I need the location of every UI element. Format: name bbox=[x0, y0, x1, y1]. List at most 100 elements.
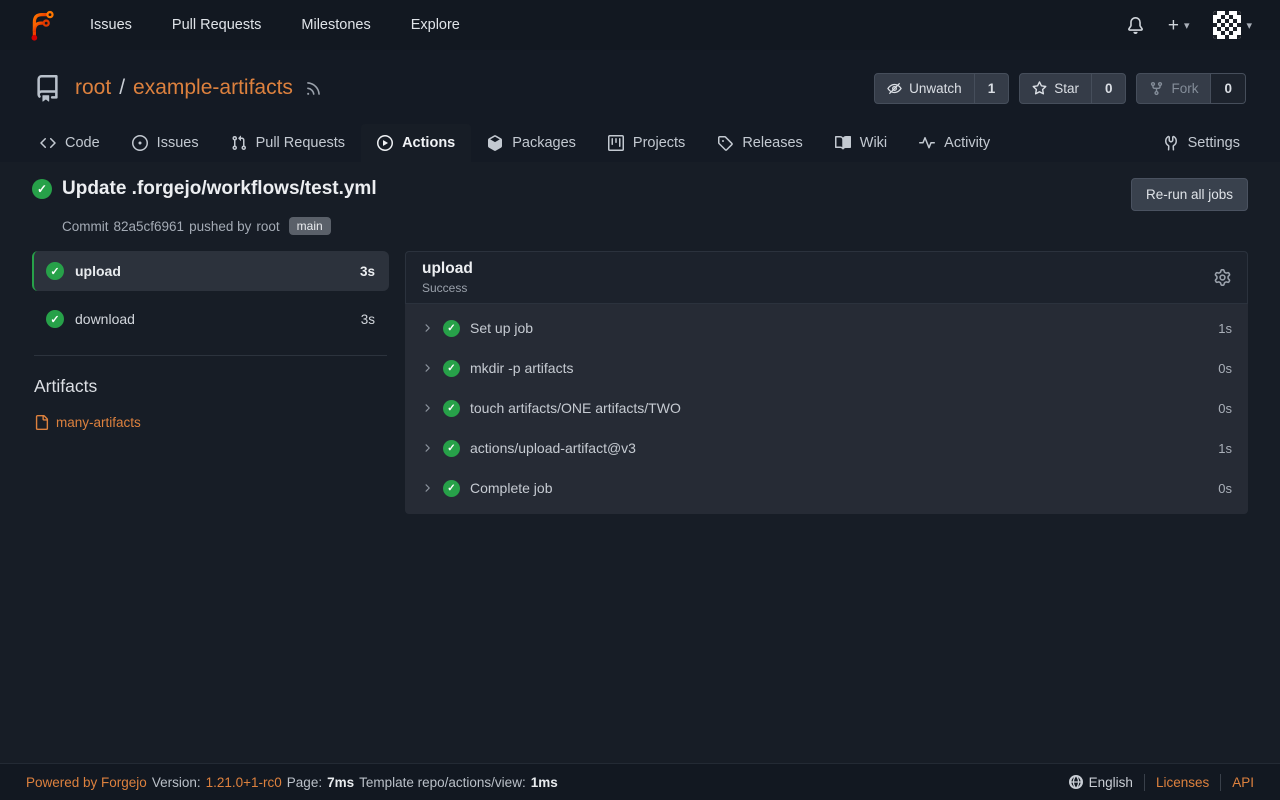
repo-name-link[interactable]: example-artifacts bbox=[133, 76, 293, 100]
job-item-upload[interactable]: upload 3s bbox=[32, 251, 389, 291]
gear-icon[interactable] bbox=[1214, 269, 1231, 286]
footer: Powered by Forgejo Version: 1.21.0+1-rc0… bbox=[0, 763, 1280, 800]
user-menu-dropdown[interactable]: ▾ bbox=[1213, 11, 1252, 39]
commit-hash[interactable]: 82a5cf6961 bbox=[114, 219, 185, 234]
breadcrumb-separator: / bbox=[119, 76, 125, 100]
job-success-icon bbox=[46, 310, 64, 328]
globe-icon bbox=[1069, 775, 1083, 789]
star-count[interactable]: 0 bbox=[1091, 74, 1126, 103]
pull-request-icon bbox=[231, 135, 247, 151]
page-label: Page: bbox=[287, 775, 322, 790]
step-success-icon bbox=[443, 400, 460, 417]
api-link[interactable]: API bbox=[1232, 775, 1254, 790]
star-icon bbox=[1032, 81, 1047, 96]
watch-count[interactable]: 1 bbox=[974, 74, 1009, 103]
notifications-bell-icon[interactable] bbox=[1127, 17, 1144, 34]
chevron-right-icon bbox=[421, 442, 433, 454]
tab-settings[interactable]: Settings bbox=[1147, 124, 1256, 162]
step-row-mkdir[interactable]: mkdir -p artifacts 0s bbox=[405, 348, 1248, 388]
tab-code[interactable]: Code bbox=[24, 124, 116, 162]
file-icon bbox=[34, 415, 49, 430]
plus-icon: + bbox=[1168, 16, 1179, 35]
template-label: Template repo/actions/view: bbox=[359, 775, 526, 790]
fork-icon bbox=[1149, 81, 1164, 96]
tab-wiki[interactable]: Wiki bbox=[819, 124, 903, 162]
step-duration: 1s bbox=[1218, 441, 1232, 456]
step-duration: 0s bbox=[1218, 481, 1232, 496]
chevron-right-icon bbox=[421, 322, 433, 334]
chevron-down-icon: ▾ bbox=[1184, 19, 1190, 32]
repo-book-icon bbox=[34, 75, 61, 102]
nav-link-pull-requests[interactable]: Pull Requests bbox=[152, 17, 281, 33]
tab-releases[interactable]: Releases bbox=[701, 124, 818, 162]
page-time: 7ms bbox=[327, 775, 354, 790]
run-success-icon bbox=[32, 179, 52, 199]
create-new-dropdown[interactable]: + ▾ bbox=[1168, 16, 1190, 35]
chevron-right-icon bbox=[421, 482, 433, 494]
artifact-link-many-artifacts[interactable]: many-artifacts bbox=[34, 415, 389, 430]
tag-icon bbox=[717, 135, 733, 151]
step-duration: 0s bbox=[1218, 401, 1232, 416]
version-link[interactable]: 1.21.0+1-rc0 bbox=[206, 775, 282, 790]
tab-pull-requests[interactable]: Pull Requests bbox=[215, 124, 361, 162]
tools-icon bbox=[1163, 135, 1179, 151]
template-time: 1ms bbox=[531, 775, 558, 790]
licenses-link[interactable]: Licenses bbox=[1156, 775, 1209, 790]
fork-count[interactable]: 0 bbox=[1210, 74, 1245, 103]
tab-activity[interactable]: Activity bbox=[903, 124, 1006, 162]
book-open-icon bbox=[835, 135, 851, 151]
chevron-right-icon bbox=[421, 362, 433, 374]
pulse-icon bbox=[919, 135, 935, 151]
repo-tabs: Code Issues Pull Requests Actions Packag… bbox=[0, 120, 1280, 162]
rerun-all-jobs-button[interactable]: Re-run all jobs bbox=[1131, 178, 1248, 211]
nav-link-milestones[interactable]: Milestones bbox=[281, 17, 390, 33]
branch-badge[interactable]: main bbox=[289, 217, 331, 235]
tab-issues[interactable]: Issues bbox=[116, 124, 215, 162]
play-circle-icon bbox=[377, 135, 393, 151]
job-duration: 3s bbox=[361, 312, 375, 327]
unwatch-button[interactable]: Unwatch 1 bbox=[874, 73, 1009, 104]
version-label: Version: bbox=[152, 775, 201, 790]
run-title: Update .forgejo/workflows/test.yml bbox=[62, 178, 377, 200]
job-item-download[interactable]: download 3s bbox=[32, 299, 389, 339]
language-selector[interactable]: English bbox=[1069, 775, 1133, 790]
powered-by-link[interactable]: Powered by Forgejo bbox=[26, 775, 147, 790]
package-icon bbox=[487, 135, 503, 151]
commit-summary: Commit 82a5cf6961 pushed by root main bbox=[62, 217, 1248, 235]
tab-packages[interactable]: Packages bbox=[471, 124, 592, 162]
step-success-icon bbox=[443, 320, 460, 337]
tab-projects[interactable]: Projects bbox=[592, 124, 701, 162]
repo-owner-link[interactable]: root bbox=[75, 76, 111, 100]
step-row-upload-artifact[interactable]: actions/upload-artifact@v3 1s bbox=[405, 428, 1248, 468]
job-status: Success bbox=[422, 281, 473, 295]
tab-actions[interactable]: Actions bbox=[361, 124, 471, 162]
step-row-touch[interactable]: touch artifacts/ONE artifacts/TWO 0s bbox=[405, 388, 1248, 428]
divider bbox=[1220, 774, 1221, 791]
nav-link-issues[interactable]: Issues bbox=[70, 17, 152, 33]
project-board-icon bbox=[608, 135, 624, 151]
step-row-setup[interactable]: Set up job 1s bbox=[405, 308, 1248, 348]
sidebar-divider bbox=[34, 355, 387, 356]
run-view: Update .forgejo/workflows/test.yml Re-ru… bbox=[0, 162, 1280, 763]
forgejo-logo-icon[interactable] bbox=[24, 8, 58, 42]
commit-author[interactable]: root bbox=[256, 219, 279, 234]
job-success-icon bbox=[46, 262, 64, 280]
job-sidebar: upload 3s download 3s Artifacts many-art… bbox=[32, 251, 389, 430]
nav-link-explore[interactable]: Explore bbox=[391, 17, 480, 33]
fork-button[interactable]: Fork 0 bbox=[1136, 73, 1246, 104]
avatar bbox=[1213, 11, 1241, 39]
step-duration: 0s bbox=[1218, 361, 1232, 376]
job-detail-name: upload bbox=[422, 260, 473, 278]
repo-header: root / example-artifacts Unwatch 1 bbox=[0, 50, 1280, 162]
job-detail-header: upload Success bbox=[405, 251, 1248, 304]
step-success-icon bbox=[443, 360, 460, 377]
divider bbox=[1144, 774, 1145, 791]
chevron-down-icon: ▾ bbox=[1246, 19, 1252, 32]
step-row-complete[interactable]: Complete job 0s bbox=[405, 468, 1248, 508]
repo-breadcrumb: root / example-artifacts bbox=[75, 76, 293, 100]
step-success-icon bbox=[443, 440, 460, 457]
chevron-right-icon bbox=[421, 402, 433, 414]
eye-slash-icon bbox=[887, 81, 902, 96]
star-button[interactable]: Star 0 bbox=[1019, 73, 1126, 104]
rss-icon[interactable] bbox=[305, 80, 322, 97]
